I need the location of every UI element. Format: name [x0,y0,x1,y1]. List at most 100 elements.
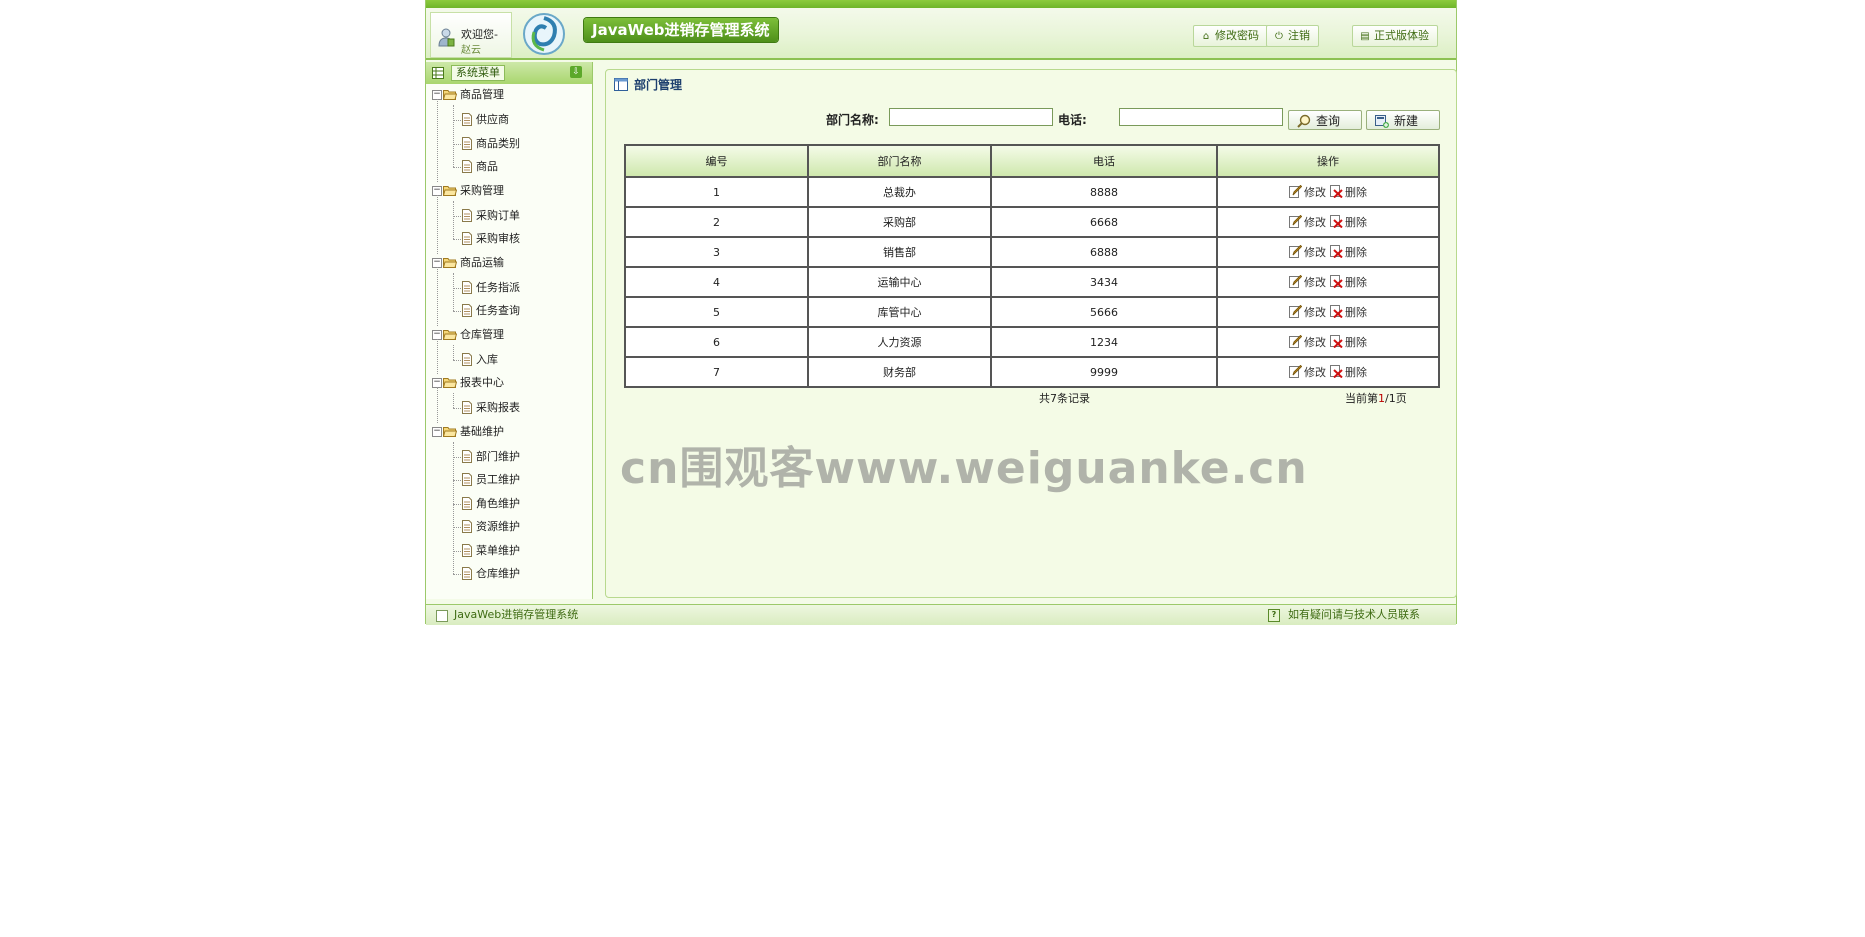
dept-name-label: 部门名称: [826,113,879,127]
phone-input[interactable] [1119,108,1283,126]
sidebar-item[interactable]: 仓库维护 [426,565,592,583]
cell-phone: 1234 [990,326,1218,358]
welcome-text: 欢迎您- [461,28,498,41]
page-indicator: 当前第1/1页 [1345,392,1407,405]
cell-dept-name: 库管中心 [807,296,992,328]
edit-icon [1289,245,1302,258]
cell-dept-name: 总裁办 [807,176,992,208]
table-row: 2 采购部 6668 修改 删除 [624,206,1440,238]
sidebar-group[interactable]: − 基础维护 [426,423,592,441]
table-row: 7 财务部 9999 修改 删除 [624,356,1440,388]
help-icon: ? [1268,609,1280,622]
sidebar-item[interactable]: 资源维护 [426,518,592,536]
sidebar-group[interactable]: − 采购管理 [426,182,592,200]
list-icon: ▤ [1360,31,1370,42]
cell-actions: 修改 删除 [1216,266,1440,298]
cell-dept-name: 运输中心 [807,266,992,298]
table-row: 5 库管中心 5666 修改 删除 [624,296,1440,328]
sidebar-item-label: 资源维护 [476,520,520,533]
delete-link[interactable]: 删除 [1330,364,1367,380]
sidebar: 系统菜单 ⇩ − 商品管理 供应商 商品类别 商品 − 采购管理 采购订单 采购审核 − 商品运输任… [426,62,593,599]
table-header-row: 编号 部门名称 电话 操作 [624,144,1440,178]
cell-id: 1 [624,176,809,208]
query-button[interactable]: 查询 [1288,110,1362,130]
page-icon [462,208,472,222]
sidebar-item-label: 入库 [476,352,498,366]
collapse-toggle-icon[interactable]: − [432,426,442,437]
sidebar-group-label: 基础维护 [460,424,504,438]
edit-link[interactable]: 修改 [1289,304,1326,320]
footer: JavaWeb进销存管理系统 ? 如有疑问请与技术人员联系 [426,604,1456,625]
sidebar-item[interactable]: 商品 [426,158,592,176]
edit-link[interactable]: 修改 [1289,334,1326,350]
footer-app-name: JavaWeb进销存管理系统 [454,608,579,621]
sidebar-item[interactable]: 菜单维护 [426,542,592,560]
column-header-phone: 电话 [990,144,1218,178]
delete-link[interactable]: 删除 [1330,334,1367,350]
cell-actions: 修改 删除 [1216,296,1440,328]
watermark: cn围观客www.weiguanke.cn [620,443,1308,494]
sidebar-item[interactable]: 部门维护 [426,448,592,466]
sidebar-item[interactable]: 入库 [426,351,592,369]
page-icon [462,473,472,486]
cell-phone: 6668 [990,206,1218,238]
sidebar-item-label: 角色维护 [476,496,520,510]
sidebar-item-label: 采购报表 [476,401,520,414]
table-row: 3 销售部 6888 修改 删除 [624,236,1440,268]
sidebar-group[interactable]: − 商品运输 [426,254,592,272]
cell-phone: 5666 [990,296,1218,328]
sidebar-group[interactable]: − 仓库管理 [426,326,592,344]
edit-link[interactable]: 修改 [1289,274,1326,290]
sidebar-item[interactable]: 采购审核 [426,230,592,248]
app-title: JavaWeb进销存管理系统 [584,18,778,42]
delete-icon [1330,185,1343,198]
edit-link[interactable]: 修改 [1289,184,1326,200]
delete-link[interactable]: 删除 [1330,184,1367,200]
page-icon [462,160,472,173]
delete-link[interactable]: 删除 [1330,274,1367,290]
dept-name-input[interactable] [889,108,1053,126]
edit-icon [1289,215,1302,228]
download-icon[interactable]: ⇩ [570,66,582,78]
edit-link[interactable]: 修改 [1289,244,1326,260]
sidebar-item[interactable]: 员工维护 [426,471,592,489]
sidebar-item[interactable]: 任务指派 [426,279,592,297]
sidebar-item[interactable]: 采购订单 [426,207,592,225]
sidebar-item[interactable]: 供应商 [426,111,592,129]
page-icon [462,401,472,414]
delete-link[interactable]: 删除 [1330,214,1367,230]
cell-actions: 修改 删除 [1216,206,1440,238]
sidebar-item[interactable]: 角色维护 [426,495,592,513]
column-header-dept-name: 部门名称 [807,144,992,178]
delete-link[interactable]: 删除 [1330,304,1367,320]
grid-icon [432,67,444,79]
edit-icon [1289,275,1302,288]
table-body: 1 总裁办 8888 修改 删除 2 采购部 6668 修改 删除 3 销售部 6888 修改 删除 4 运输中… [624,176,1440,388]
delete-link[interactable]: 删除 [1330,244,1367,260]
sidebar-group[interactable]: − 报表中心 [426,374,592,392]
sidebar-item[interactable]: 采购报表 [426,399,592,417]
change-password-button[interactable]: ⌂ 修改密码 [1193,25,1268,47]
cell-actions: 修改 删除 [1216,356,1440,388]
edit-icon [1289,305,1302,318]
sidebar-item[interactable]: 任务查询 [426,302,592,320]
logout-button[interactable]: ⏻ 注销 [1266,25,1319,47]
sidebar-item-label: 采购审核 [476,232,520,245]
full-version-button[interactable]: ▤ 正式版体验 [1352,25,1438,47]
sidebar-group[interactable]: − 商品管理 [426,86,592,104]
column-header-id: 编号 [624,144,809,178]
folder-open-icon [443,329,457,340]
sidebar-header: 系统菜单 ⇩ [426,62,592,84]
edit-link[interactable]: 修改 [1289,214,1326,230]
edit-icon [1289,185,1302,198]
sidebar-group-label: 商品运输 [460,255,504,269]
edit-link[interactable]: 修改 [1289,364,1326,380]
search-icon [1297,114,1311,128]
sidebar-item[interactable]: 商品类别 [426,135,592,153]
cell-id: 2 [624,206,809,238]
cell-dept-name: 销售部 [807,236,992,268]
cell-actions: 修改 删除 [1216,176,1440,208]
new-button[interactable]: 新建 [1366,110,1440,130]
cell-id: 7 [624,356,809,388]
sidebar-group-label: 仓库管理 [460,327,504,341]
